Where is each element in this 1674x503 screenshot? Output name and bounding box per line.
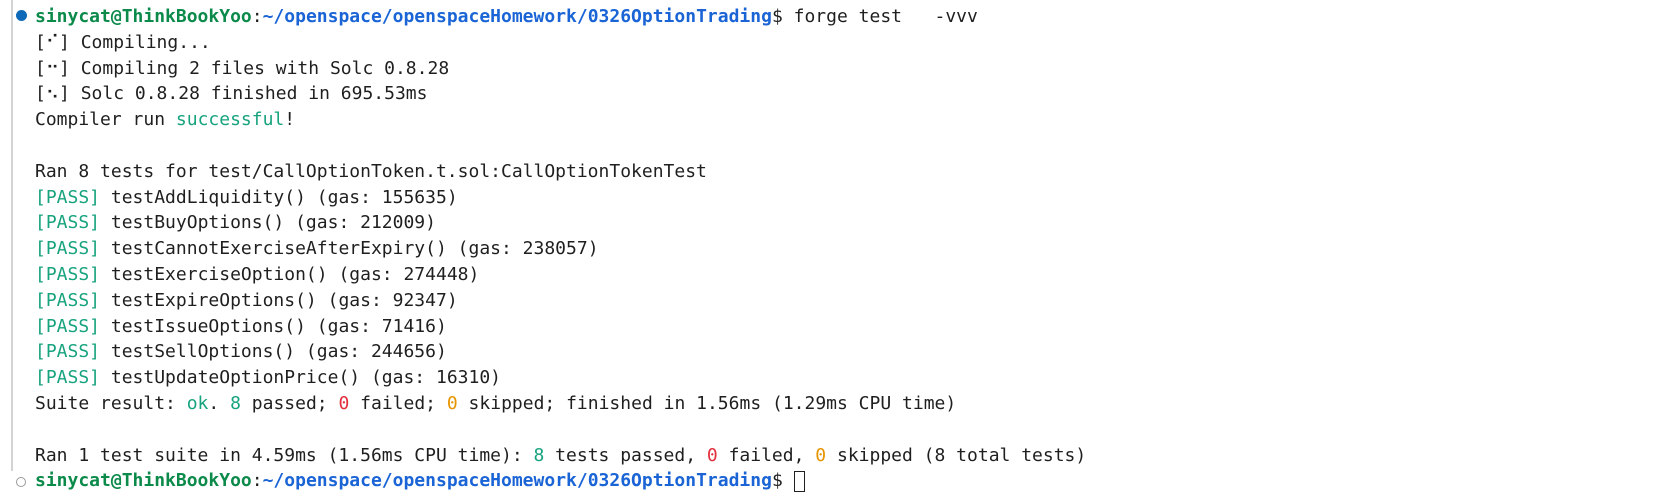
failed-count: 0 (338, 392, 350, 414)
test-row: [PASS] testExerciseOption() (gas: 274448… (35, 262, 1674, 288)
pass-badge: [PASS] (35, 289, 101, 311)
suite-header: Ran 8 tests for test/CallOptionToken.t.s… (35, 160, 707, 182)
compiler-result-prefix: Compiler run (35, 109, 176, 131)
test-name: testExpireOptions() (gas: 92347) (100, 289, 458, 311)
summary-text: failed, (717, 444, 816, 466)
prompt-user: sinycat@ThinkBookYoo (35, 470, 252, 492)
pass-badge: [PASS] (35, 341, 101, 363)
test-name: testCannotExerciseAfterExpiry() (gas: 23… (100, 238, 599, 260)
test-row: [PASS] testAddLiquidity() (gas: 155635) (35, 185, 1674, 211)
terminal[interactable]: sinycat@ThinkBookYoo:~/openspace/openspa… (0, 0, 1674, 503)
compiler-status: successful (175, 109, 285, 131)
compile-text: Compiling... (69, 31, 211, 53)
command-gutter (11, 0, 13, 471)
prompt-path: ~/openspace/openspaceHomework/0326Option… (262, 6, 772, 27)
spinner-icon: [⠒] (35, 57, 70, 79)
pass-badge: [PASS] (35, 212, 101, 234)
skipped-count: 0 (446, 392, 458, 414)
pass-badge: [PASS] (35, 238, 101, 260)
pass-badge: [PASS] (35, 367, 101, 389)
suite-ok: ok (186, 392, 209, 414)
summary-failed-count: 0 (706, 444, 718, 466)
text-cursor[interactable] (793, 470, 805, 492)
prompt-dollar: $ (771, 470, 794, 492)
compiler-result-suffix: ! (284, 109, 296, 131)
prompt-path: ~/openspace/openspaceHomework/0326Option… (262, 470, 772, 492)
pass-badge: [PASS] (35, 315, 101, 337)
test-row: [PASS] testBuyOptions() (gas: 212009) (35, 210, 1674, 236)
suite-text: failed; (349, 392, 447, 414)
test-name: testAddLiquidity() (gas: 155635) (100, 186, 458, 208)
passed-count: 8 (230, 392, 241, 414)
summary-prefix: Ran 1 test suite in 4.59ms (1.56ms CPU t… (35, 444, 534, 466)
spinner-icon: [⠢] (35, 83, 70, 105)
terminal-output: sinycat@ThinkBookYoo:~/openspace/openspa… (35, 4, 1674, 494)
command-decoration-empty-icon[interactable] (16, 477, 26, 487)
summary-text: tests passed, (544, 444, 707, 466)
prompt-colon: : (251, 6, 263, 27)
suite-text: skipped; finished in 1.56ms (1.29ms CPU … (457, 392, 957, 414)
prompt-line: sinycat@ThinkBookYoo:~/openspace/openspa… (35, 4, 1674, 30)
suite-result-prefix: Suite result: (35, 392, 187, 414)
compile-text: Solc 0.8.28 finished in 695.53ms (69, 83, 428, 105)
summary-skipped-count: 0 (815, 444, 827, 466)
test-row: [PASS] testIssueOptions() (gas: 71416) (35, 314, 1674, 340)
prompt-user: sinycat@ThinkBookYoo (35, 6, 252, 27)
suite-text: passed; (240, 392, 339, 414)
pass-badge: [PASS] (35, 263, 101, 285)
summary-line: Ran 1 test suite in 4.59ms (1.56ms CPU t… (35, 443, 1674, 469)
summary-passed-count: 8 (533, 444, 545, 466)
test-name: testIssueOptions() (gas: 71416) (100, 315, 447, 337)
test-name: testBuyOptions() (gas: 212009) (100, 212, 436, 234)
spinner-icon: [⠊] (35, 31, 70, 53)
test-name: testSellOptions() (gas: 244656) (100, 341, 447, 363)
test-row: [PASS] testCannotExerciseAfterExpiry() (… (35, 236, 1674, 262)
prompt-dollar: $ (771, 6, 794, 27)
compile-text: Compiling 2 files with Solc 0.8.28 (69, 57, 450, 79)
test-name: testExerciseOption() (gas: 274448) (100, 263, 480, 285)
compile-line: [⠊] Compiling... (35, 30, 1674, 56)
pass-badge: [PASS] (35, 186, 101, 208)
command-decoration-icon[interactable] (16, 10, 27, 21)
compiler-result-line: Compiler run successful! (35, 107, 1674, 133)
summary-text: skipped (8 total tests) (826, 444, 1087, 466)
compile-line: [⠢] Solc 0.8.28 finished in 695.53ms (35, 81, 1674, 107)
test-row: [PASS] testSellOptions() (gas: 244656) (35, 339, 1674, 365)
suite-text: . (208, 392, 231, 414)
test-row: [PASS] testExpireOptions() (gas: 92347) (35, 288, 1674, 314)
test-row: [PASS] testUpdateOptionPrice() (gas: 163… (35, 365, 1674, 391)
suite-result-line: Suite result: ok. 8 passed; 0 failed; 0 … (35, 391, 1674, 417)
prompt-colon: : (251, 470, 263, 492)
command-text: forge test -vvv (793, 6, 978, 27)
prompt-line: sinycat@ThinkBookYoo:~/openspace/openspa… (35, 468, 1674, 494)
compile-line: [⠒] Compiling 2 files with Solc 0.8.28 (35, 56, 1674, 82)
test-name: testUpdateOptionPrice() (gas: 16310) (100, 367, 501, 389)
